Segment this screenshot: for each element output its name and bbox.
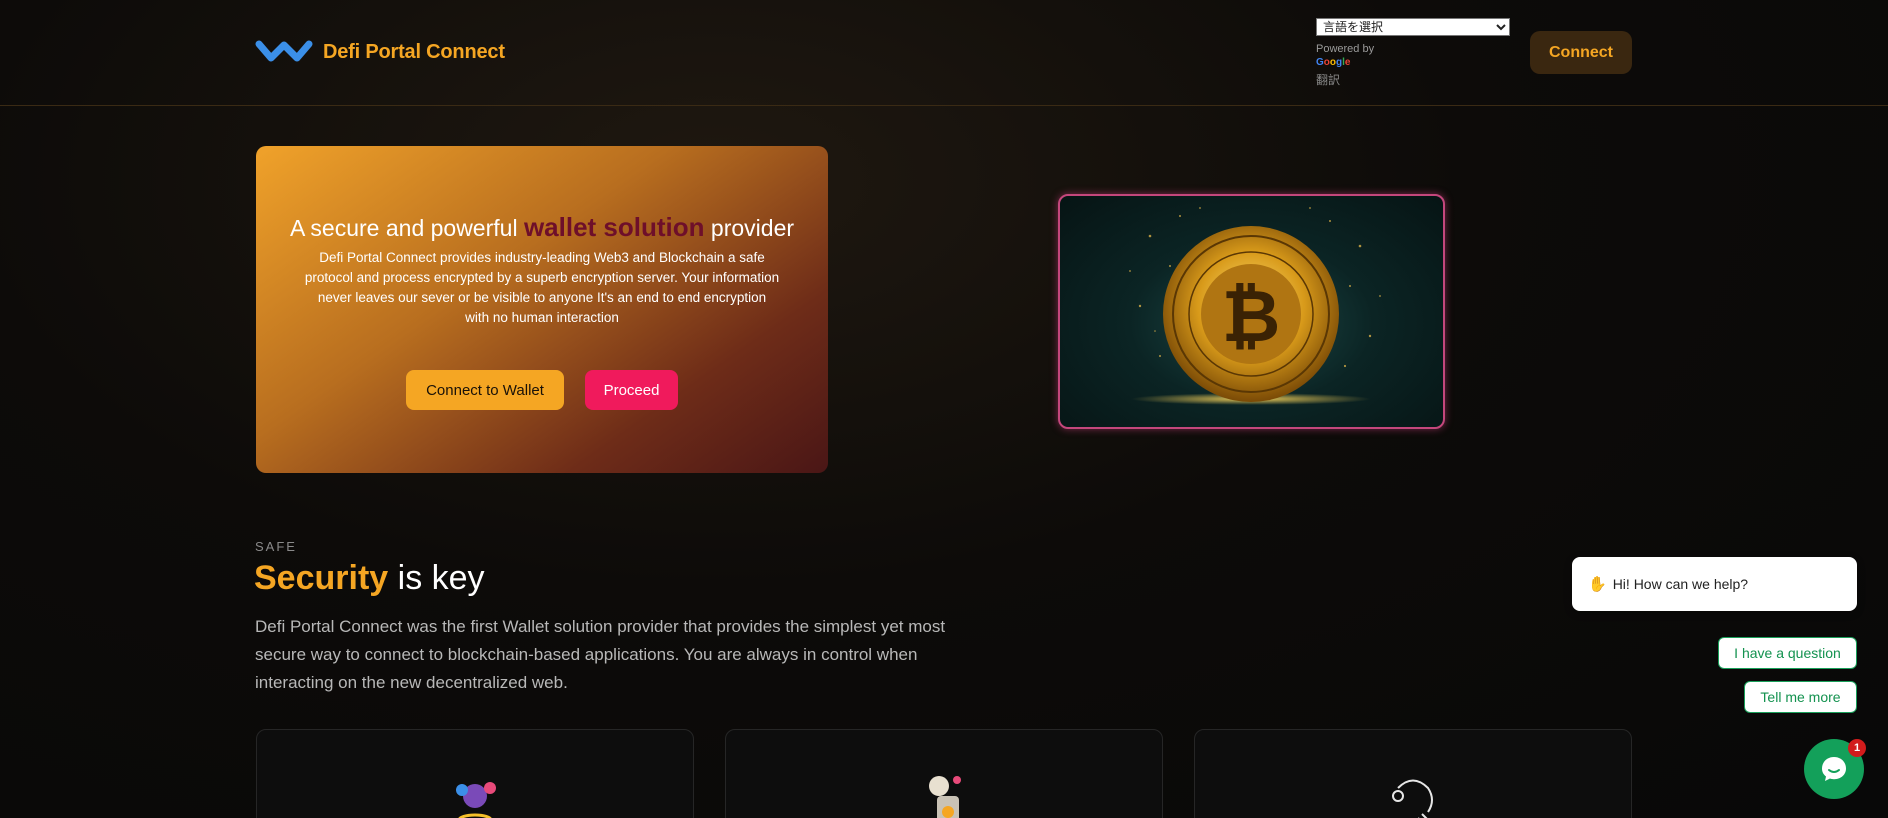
connect-to-wallet-button[interactable]: Connect to Wallet: [406, 370, 564, 410]
section-title: Security is key: [254, 559, 485, 598]
section-description: Defi Portal Connect was the first Wallet…: [255, 617, 946, 692]
bitcoin-image: ₿: [1058, 194, 1445, 429]
hero-card: A secure and powerful wallet solution pr…: [256, 146, 828, 473]
feature-card: [725, 729, 1163, 818]
google-letter: G: [1316, 57, 1324, 68]
chat-option-tell-more[interactable]: Tell me more: [1744, 681, 1857, 713]
powered-by-label: Powered by: [1316, 43, 1375, 55]
walletconnect-logo-icon: [255, 40, 313, 62]
page: Defi Portal Connect 言語を選択 Powered by Goo…: [0, 0, 1888, 818]
section-title-accent: Security: [254, 559, 389, 597]
hand-illustration-icon: [456, 782, 496, 818]
chat-greeting-text: Hi! How can we help?: [1612, 576, 1749, 592]
proceed-button[interactable]: Proceed: [585, 370, 678, 410]
hero-description: Defi Portal Connect provides industry-le…: [304, 250, 780, 325]
chat-greeting[interactable]: ✋ Hi! How can we help?: [1572, 557, 1857, 611]
unread-badge: 1: [1848, 739, 1866, 757]
svg-text:₿: ₿: [1222, 274, 1281, 358]
hero-title-start: A secure and powerful: [289, 215, 524, 241]
section-eyebrow: SAFE: [255, 539, 297, 554]
brand-logo[interactable]: Defi Portal Connect: [255, 32, 505, 72]
powered-by-google: Powered by Google: [1316, 43, 1374, 69]
feature-card: [256, 729, 694, 818]
connect-button[interactable]: Connect: [1530, 31, 1632, 74]
phone-illustration-icon: [929, 776, 961, 818]
hero-title-highlight: wallet solution: [523, 212, 705, 242]
key-illustration-icon: [1392, 779, 1433, 818]
chat-option-question[interactable]: I have a question: [1718, 637, 1857, 669]
chat-icon: [1822, 757, 1846, 781]
feature-card: [1194, 729, 1632, 818]
brand-name: Defi Portal Connect: [323, 40, 505, 63]
section-title-rest: is key: [388, 559, 485, 597]
hero-title-end: provider: [704, 215, 795, 241]
google-letter: e: [1344, 57, 1351, 68]
translate-link[interactable]: 翻訳: [1316, 71, 1340, 88]
hero-title: A secure and powerful wallet solution pr…: [256, 212, 828, 243]
google-wordmark: Google: [1316, 56, 1374, 69]
language-select[interactable]: 言語を選択: [1316, 18, 1510, 36]
bitcoin-coin-icon: ₿: [1129, 207, 1381, 405]
site-header: Defi Portal Connect 言語を選択 Powered by Goo…: [0, 0, 1888, 106]
waving-hand-icon: ✋: [1588, 576, 1607, 593]
